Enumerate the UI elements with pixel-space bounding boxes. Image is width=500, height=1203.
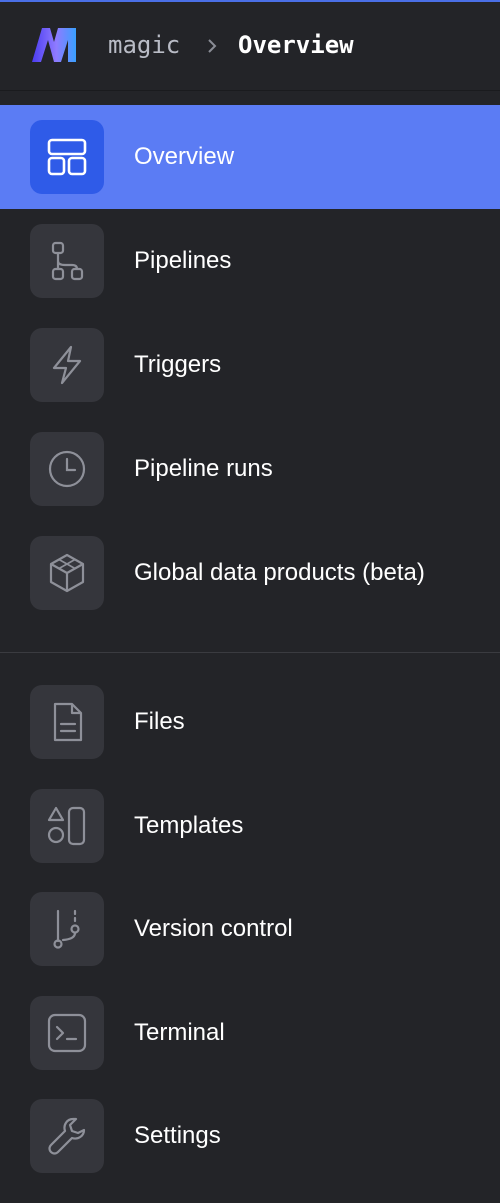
nav-divider: [0, 652, 500, 653]
nav-item-settings[interactable]: Settings: [0, 1084, 500, 1188]
mage-logo-icon[interactable]: [30, 26, 78, 64]
nav-item-overview[interactable]: Overview: [0, 105, 500, 209]
breadcrumb-root[interactable]: magic: [108, 2, 180, 90]
nav-label: Pipeline runs: [134, 455, 273, 482]
nav-icon-box: [30, 120, 104, 194]
nav-icon-box: [30, 995, 104, 1070]
header: magic Overview: [0, 2, 500, 91]
nav-item-pipelines[interactable]: Pipelines: [0, 209, 500, 313]
cube-icon: [49, 553, 85, 593]
nav-item-triggers[interactable]: Triggers: [0, 313, 500, 417]
nav-label: Files: [134, 708, 185, 735]
branch-icon: [53, 909, 80, 949]
wrench-icon: [48, 1117, 86, 1155]
templates-icon: [47, 806, 86, 845]
file-icon: [53, 702, 83, 742]
nav-item-templates[interactable]: Templates: [0, 774, 500, 878]
nav-item-files[interactable]: Files: [0, 670, 500, 774]
clock-icon: [48, 450, 86, 488]
lightning-icon: [52, 345, 82, 385]
pipelines-icon: [51, 241, 84, 281]
terminal-icon: [47, 1013, 87, 1052]
nav-label: Triggers: [134, 351, 222, 378]
nav-group-tools: Files Templates Version control Terminal…: [0, 670, 500, 1188]
chevron-right-icon: [208, 39, 217, 53]
nav-label: Terminal: [134, 1018, 225, 1046]
nav-label: Version control: [134, 915, 293, 942]
nav-icon-box: [30, 892, 104, 966]
nav-label: Settings: [134, 1122, 221, 1149]
nav-icon-box: [30, 1099, 104, 1173]
nav-group-main: Overview Pipelines Triggers Pipeline run…: [0, 105, 500, 625]
nav-item-terminal[interactable]: Terminal: [0, 981, 500, 1085]
nav-icon-box: [30, 788, 104, 863]
nav-icon-box: [30, 432, 104, 506]
overview-icon: [47, 138, 87, 176]
nav-item-version-control[interactable]: Version control: [0, 877, 500, 981]
nav-label: Global data products (beta): [134, 559, 425, 586]
nav-icon-box: [30, 685, 104, 759]
nav-label: Pipelines: [134, 247, 232, 274]
nav-icon-box: [30, 328, 104, 402]
nav-icon-box: [30, 536, 104, 610]
nav-label: Templates: [134, 811, 244, 839]
nav-icon-box: [30, 224, 104, 298]
nav-label: Overview: [134, 143, 235, 170]
nav-item-pipeline-runs[interactable]: Pipeline runs: [0, 417, 500, 521]
nav-item-global-data-products[interactable]: Global data products (beta): [0, 521, 500, 625]
breadcrumb-current: Overview: [238, 31, 354, 59]
